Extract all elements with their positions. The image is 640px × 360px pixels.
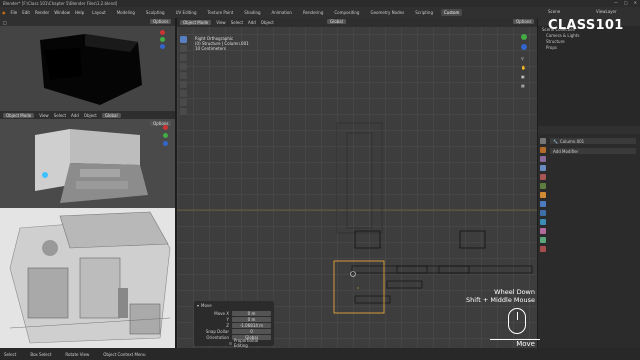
menu-bar: ◉ File Edit Render Window Help Layout Mo… <box>0 7 640 18</box>
tab-compositing[interactable]: Compositing <box>331 9 362 16</box>
window-title: Blender* [F:\Class 101\Chapter 5\Blender… <box>3 1 118 6</box>
key-line-2: Shift + Middle Mouse <box>466 296 535 304</box>
tab-layout[interactable]: Layout <box>89 9 109 16</box>
object-name-field[interactable]: 🔧 Column.001 <box>550 138 636 144</box>
menu-view[interactable]: View <box>39 113 49 118</box>
blender-logo-icon[interactable]: ◉ <box>2 10 6 15</box>
render-tab-icon[interactable] <box>540 147 546 153</box>
tab-rendering[interactable]: Rendering <box>300 9 326 16</box>
mouse-icon <box>508 308 526 334</box>
label-y: Y <box>226 316 229 322</box>
modifier-tab-icon[interactable] <box>540 201 546 207</box>
proportional-label: Proportional Editing <box>233 338 259 348</box>
object-name: Column.001 <box>559 138 585 144</box>
operator-title: Move <box>201 303 212 308</box>
viewport-middle-left[interactable]: Object Mode View Select Add Object Globa… <box>0 111 175 208</box>
tab-custom[interactable]: Custom <box>441 9 463 16</box>
constraints-tab-icon[interactable] <box>540 228 546 234</box>
transform-orientation[interactable]: Global <box>101 112 121 118</box>
tab-texture-paint[interactable]: Texture Paint <box>204 9 236 16</box>
properties-editor[interactable]: 🔧 Column.001 Add Modifier <box>538 126 640 348</box>
wrench-icon: 🔧 <box>553 138 558 144</box>
options-button[interactable]: Options <box>150 19 172 24</box>
tab-shading[interactable]: Shading <box>241 9 263 16</box>
nav-gizmo-tl[interactable] <box>160 30 169 49</box>
label-snap: Snap Dollar <box>205 328 229 334</box>
menu-edit[interactable]: Edit <box>22 10 30 15</box>
tab-modeling[interactable]: Modeling <box>114 9 138 16</box>
dark-model-preview <box>40 34 142 105</box>
tab-uv-editing[interactable]: UV Editing <box>173 9 200 16</box>
tool-tab-icon[interactable] <box>540 138 546 144</box>
class101-logo: CLASS101 <box>548 18 624 33</box>
grey-model-preview <box>35 129 148 203</box>
tab-geometry-nodes[interactable]: Geometry Nodes <box>367 9 407 16</box>
particles-tab-icon[interactable] <box>540 210 546 216</box>
move-z-field[interactable]: -1.06814 m <box>232 322 271 328</box>
minimize-icon[interactable]: — <box>614 0 618 5</box>
reference-image <box>0 208 175 348</box>
output-tab-icon[interactable] <box>540 156 546 162</box>
status-rotate-view: Rotate View <box>65 351 90 357</box>
properties-tabs <box>540 138 546 255</box>
status-select: Select <box>4 351 17 357</box>
status-context-menu: Object Context Menu <box>103 351 146 357</box>
data-tab-icon[interactable] <box>540 237 546 243</box>
view-layer-name[interactable]: ViewLayer <box>596 9 617 14</box>
nav-gizmo-ml[interactable] <box>163 125 168 146</box>
mode-dropdown[interactable]: Object Mode <box>3 112 35 118</box>
close-icon[interactable]: ✕ <box>634 0 637 5</box>
scene-tab-icon[interactable] <box>540 174 546 180</box>
object-tab-icon[interactable] <box>540 192 546 198</box>
viewport-top-left[interactable]: □ Options <box>0 18 175 111</box>
scene-name[interactable]: Scene <box>548 9 560 14</box>
tab-animation[interactable]: Animation <box>269 9 295 16</box>
editor-type-icon[interactable]: □ <box>3 20 7 25</box>
key-overlay: Wheel Down Shift + Middle Mouse <box>455 288 535 304</box>
status-bar: Select Box Select Rotate View Object Con… <box>0 348 640 360</box>
menu-add[interactable]: Add <box>71 113 79 118</box>
menu-help[interactable]: Help <box>75 10 84 15</box>
physics-tab-icon[interactable] <box>540 219 546 225</box>
reference-sketch <box>0 208 175 348</box>
tab-sculpting[interactable]: Sculpting <box>143 9 168 16</box>
operator-panel[interactable]: ▾ Move Move X 0 m Y 0 m Z -1.06814 m Sna… <box>194 301 274 348</box>
snap-field[interactable]: 0 <box>232 328 271 334</box>
menu-file[interactable]: File <box>11 10 18 15</box>
label-orientation: Orientation <box>206 334 229 340</box>
menu-window[interactable]: Window <box>54 10 70 15</box>
material-tab-icon[interactable] <box>540 246 546 252</box>
collapse-arrow-icon[interactable]: ▾ <box>197 303 199 308</box>
world-tab-icon[interactable] <box>540 183 546 189</box>
move-y-field[interactable]: 0 m <box>232 316 271 322</box>
title-bar: Blender* [F:\Class 101\Chapter 5\Blender… <box>0 0 640 7</box>
move-x-field[interactable]: 0 m <box>232 310 271 316</box>
menu-render[interactable]: Render <box>35 10 49 15</box>
view-layer-tab-icon[interactable] <box>540 165 546 171</box>
key-line-1: Wheel Down <box>494 288 535 296</box>
key-action: Move <box>516 340 535 348</box>
maximize-icon[interactable]: □ <box>624 0 628 5</box>
properties-header <box>538 126 640 134</box>
add-modifier-button[interactable]: Add Modifier <box>550 148 636 154</box>
menu-object[interactable]: Object <box>84 113 97 118</box>
label-z: Z <box>226 322 229 328</box>
menu-select[interactable]: Select <box>54 113 66 118</box>
add-modifier-label: Add Modifier <box>553 148 579 154</box>
proportional-checkbox[interactable] <box>229 341 232 345</box>
label-move-x: Move X <box>214 310 229 316</box>
status-box-select: Box Select <box>30 351 52 357</box>
tab-scripting[interactable]: Scripting <box>412 9 436 16</box>
outliner-row[interactable]: Props <box>538 44 640 50</box>
outliner[interactable]: Scene Collection Camera & Lights Structu… <box>538 18 640 126</box>
